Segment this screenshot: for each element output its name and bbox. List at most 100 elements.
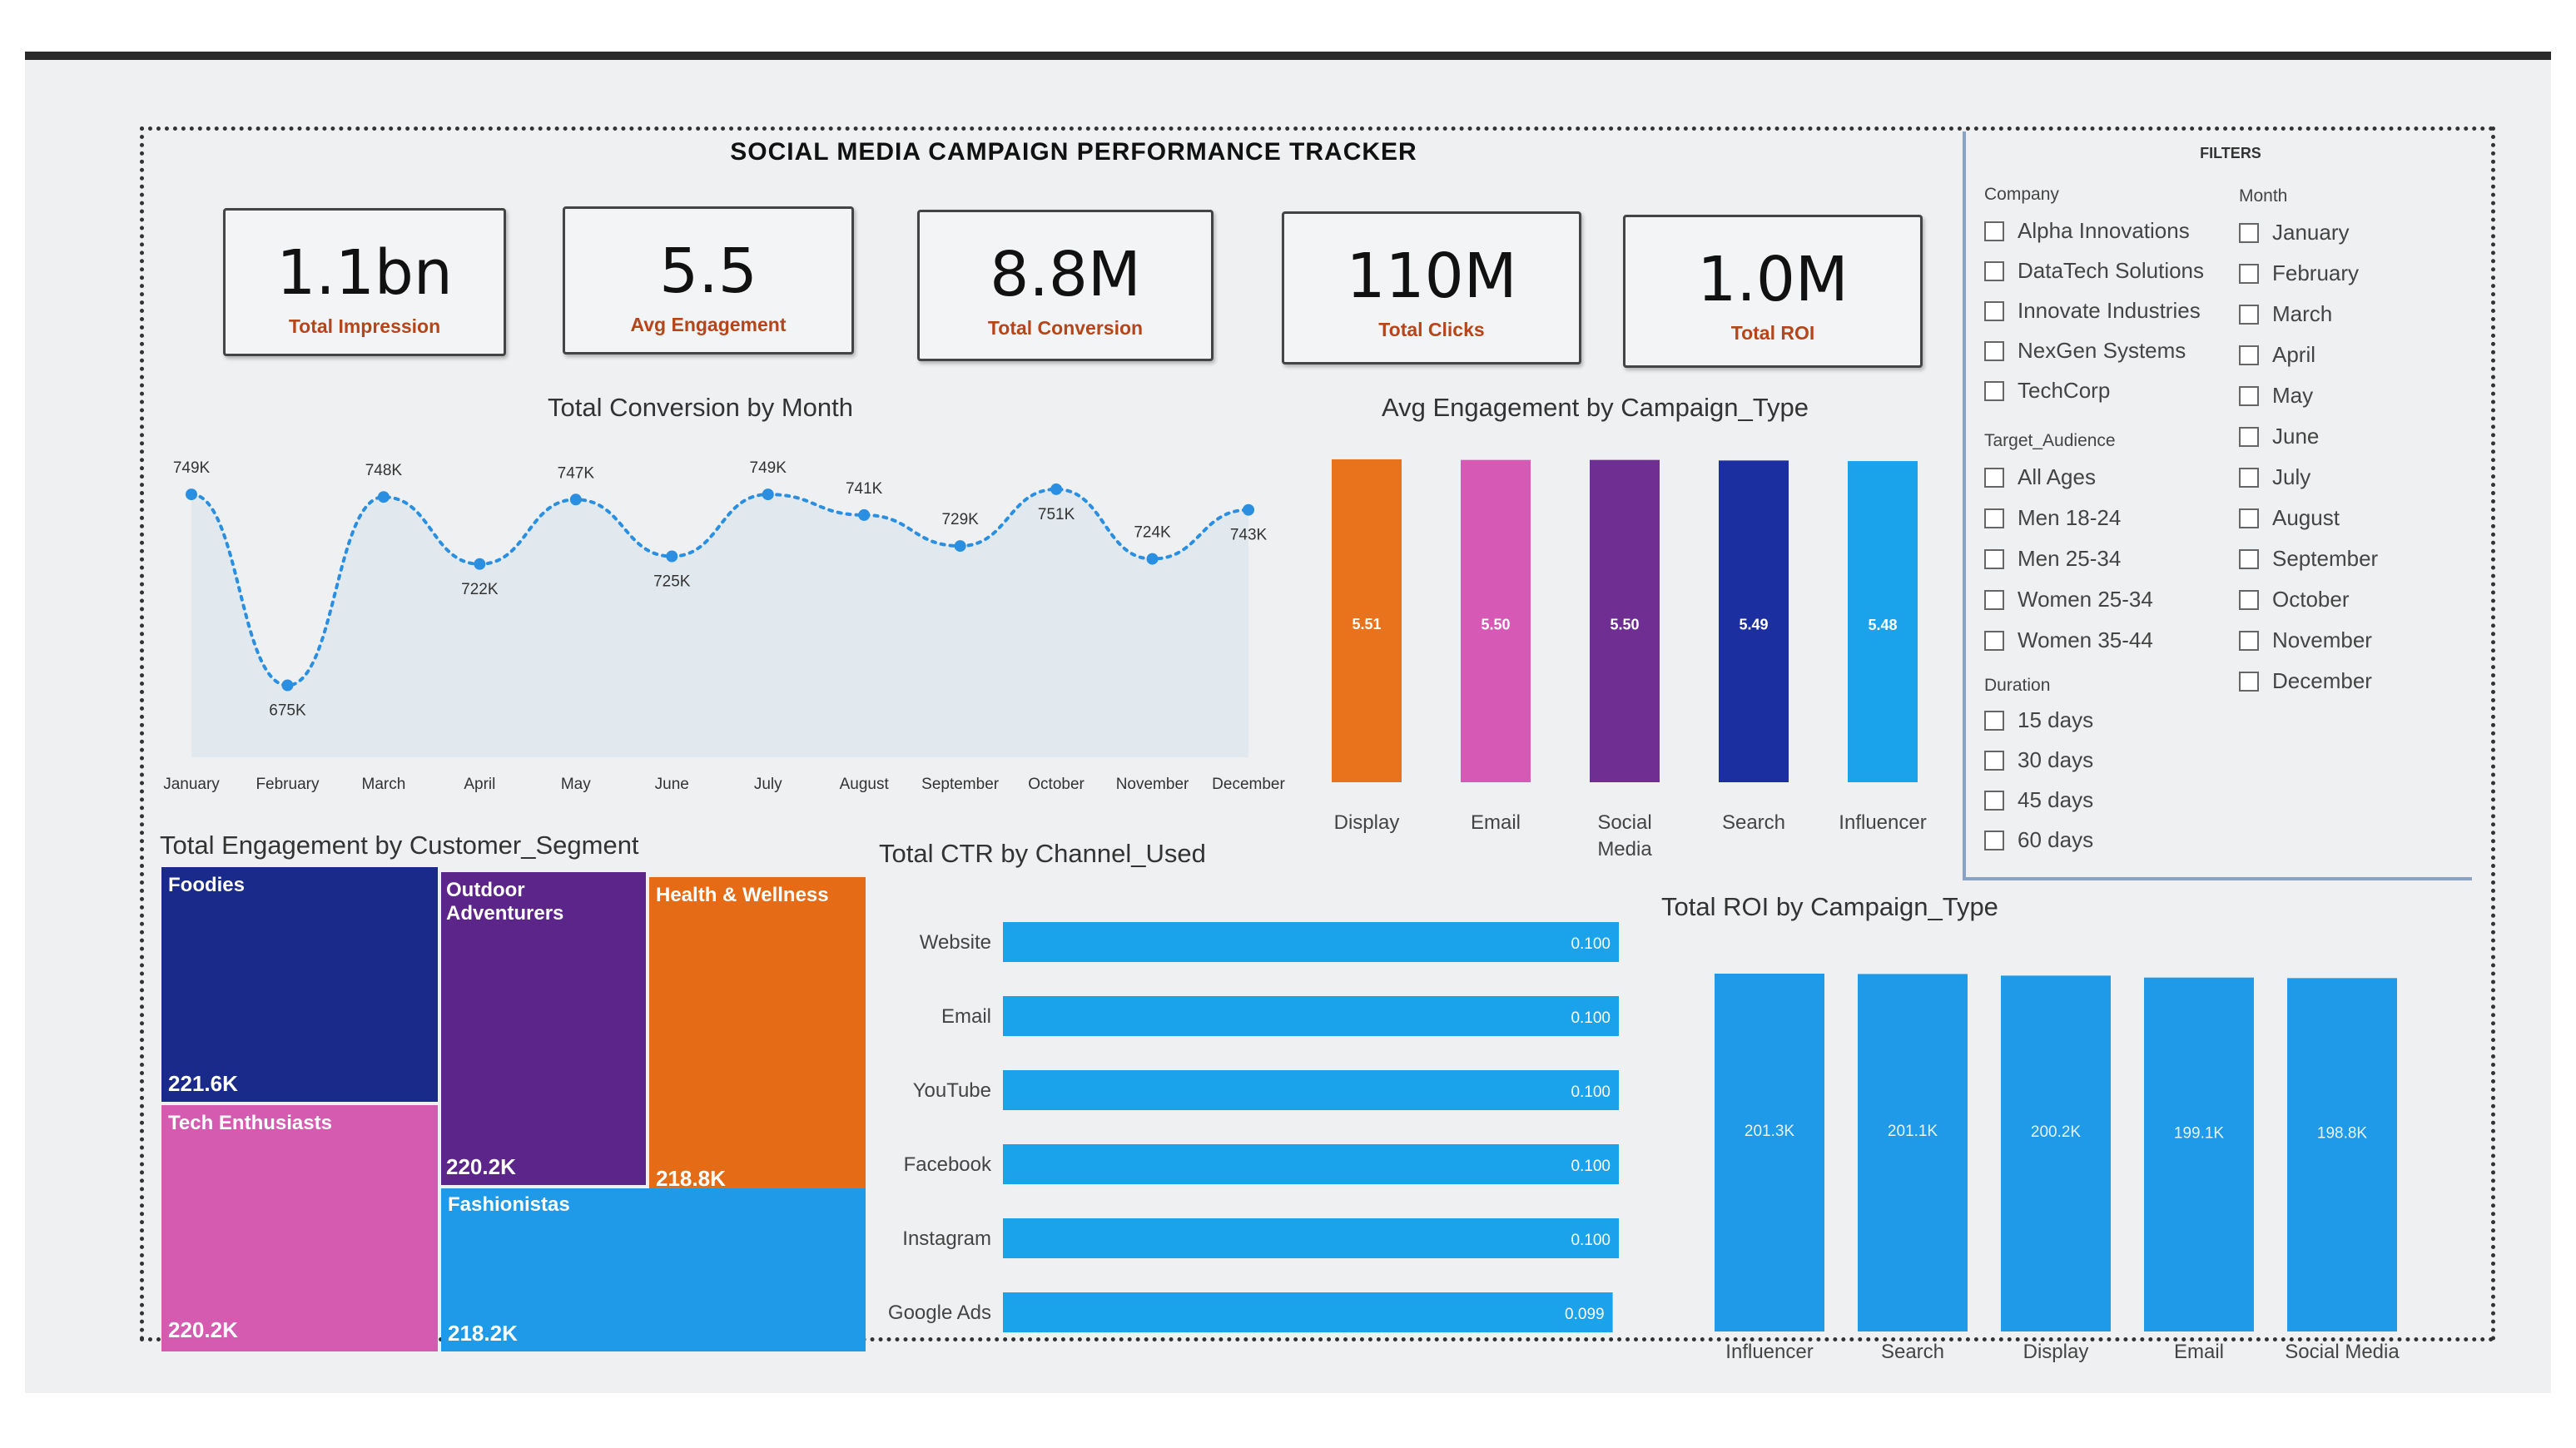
month-filter-option[interactable]: March: [2239, 301, 2332, 327]
treemap-tile-foodies[interactable]: Foodies 221.6K: [161, 867, 438, 1102]
checkbox[interactable]: [1984, 710, 2004, 731]
month-filter-option[interactable]: September: [2239, 546, 2378, 572]
checkbox[interactable]: [1984, 380, 2004, 401]
checkbox[interactable]: [2239, 426, 2259, 447]
bar-value-label: 198.8K: [2317, 1125, 2368, 1143]
checkbox[interactable]: [2239, 385, 2259, 406]
month-filter-option[interactable]: June: [2239, 424, 2319, 449]
line-point[interactable]: [569, 493, 582, 506]
checkbox[interactable]: [2239, 222, 2259, 243]
roi-bar[interactable]: [1715, 974, 1824, 1331]
company-filter-option[interactable]: DataTech Solutions: [1984, 258, 2204, 284]
month-filter-option[interactable]: May: [2239, 383, 2313, 409]
ctr-bar[interactable]: [1003, 1144, 1619, 1184]
company-filter-option[interactable]: Innovate Industries: [1984, 298, 2201, 324]
roi-bar[interactable]: [2144, 977, 2254, 1331]
dashboard-title: SOCIAL MEDIA CAMPAIGN PERFORMANCE TRACKE…: [730, 138, 1417, 166]
monitor-bezel: [25, 52, 2551, 60]
duration-filter-option[interactable]: 60 days: [1984, 827, 2093, 853]
checkbox[interactable]: [2239, 589, 2259, 610]
checkbox[interactable]: [2239, 345, 2259, 365]
company-filter-option[interactable]: TechCorp: [1984, 378, 2110, 404]
month-filter-option[interactable]: October: [2239, 587, 2350, 612]
checkbox-label: Women 25-34: [2018, 587, 2153, 612]
checkbox[interactable]: [2239, 508, 2259, 528]
line-point[interactable]: [1146, 553, 1159, 565]
audience-filter-option[interactable]: Women 35-44: [1984, 627, 2153, 653]
kpi-card-total-clicks[interactable]: 110M Total Clicks: [1282, 211, 1581, 364]
kpi-card-avg-engagement[interactable]: 5.5 Avg Engagement: [563, 206, 854, 355]
ctr-bar[interactable]: [1003, 1218, 1619, 1258]
x-tick-label: March: [362, 776, 406, 793]
month-filter-option[interactable]: January: [2239, 220, 2350, 245]
kpi-label: Total Clicks: [1378, 319, 1485, 340]
line-point[interactable]: [666, 550, 678, 563]
checkbox[interactable]: [1984, 589, 2004, 610]
checkbox[interactable]: [1984, 790, 2004, 811]
duration-filter-option[interactable]: 45 days: [1984, 787, 2093, 813]
checkbox[interactable]: [2239, 630, 2259, 651]
roi-bar[interactable]: [2287, 978, 2397, 1331]
checkbox[interactable]: [1984, 508, 2004, 528]
month-filter-option[interactable]: August: [2239, 505, 2340, 531]
kpi-card-total-conversion[interactable]: 8.8M Total Conversion: [917, 210, 1214, 361]
checkbox[interactable]: [1984, 260, 2004, 281]
company-filter-option[interactable]: Alpha Innovations: [1984, 218, 2190, 244]
filter-heading-company: Company: [1984, 185, 2059, 204]
treemap-tile-outdoor-adventurers[interactable]: Outdoor Adventurers 220.2K: [441, 872, 646, 1185]
kpi-card-total-impression[interactable]: 1.1bn Total Impression: [223, 208, 506, 356]
ctr-bar[interactable]: [1003, 1292, 1613, 1332]
ctr-bar[interactable]: [1003, 922, 1619, 962]
checkbox[interactable]: [2239, 304, 2259, 325]
line-point[interactable]: [858, 508, 871, 521]
checkbox[interactable]: [2239, 548, 2259, 569]
checkbox[interactable]: [1984, 830, 2004, 850]
checkbox[interactable]: [1984, 467, 2004, 488]
line-point[interactable]: [954, 540, 966, 553]
treemap-title: Total Engagement by Customer_Segment: [160, 831, 639, 860]
kpi-value: 110M: [1346, 241, 1517, 312]
audience-filter-option[interactable]: Men 18-24: [1984, 505, 2121, 531]
ctr-bar[interactable]: [1003, 1070, 1619, 1110]
audience-filter-option[interactable]: Women 25-34: [1984, 587, 2153, 612]
month-filter-option[interactable]: November: [2239, 627, 2372, 653]
line-point[interactable]: [281, 679, 294, 692]
month-filter-option[interactable]: April: [2239, 342, 2315, 368]
company-filter-option[interactable]: NexGen Systems: [1984, 338, 2186, 364]
bar-value-label: 0.099: [1565, 1306, 1605, 1323]
checkbox[interactable]: [1984, 340, 2004, 361]
checkbox[interactable]: [1984, 221, 2004, 241]
audience-filter-option[interactable]: All Ages: [1984, 464, 2096, 490]
ctr-bar[interactable]: [1003, 996, 1619, 1036]
treemap-tile-health-wellness[interactable]: Health & Wellness 218.8K: [649, 877, 866, 1193]
line-point[interactable]: [186, 488, 197, 501]
checkbox[interactable]: [2239, 671, 2259, 692]
treemap-tile-fashionistas[interactable]: Fashionistas 218.2K: [441, 1188, 866, 1351]
checkbox[interactable]: [2239, 467, 2259, 488]
month-filter-option[interactable]: December: [2239, 668, 2372, 694]
treemap-tile-tech-enthusiasts[interactable]: Tech Enthusiasts 220.2K: [161, 1105, 438, 1351]
kpi-card-total-roi[interactable]: 1.0M Total ROI: [1623, 215, 1923, 368]
audience-filter-option[interactable]: Men 25-34: [1984, 546, 2121, 572]
checkbox[interactable]: [1984, 300, 2004, 321]
checkbox-label: February: [2272, 260, 2360, 285]
line-point[interactable]: [1050, 483, 1063, 495]
tile-label: Fashionistas: [448, 1193, 570, 1216]
checkbox[interactable]: [2239, 263, 2259, 284]
line-point[interactable]: [1243, 503, 1254, 516]
roi-bar[interactable]: [1858, 974, 1968, 1331]
line-point[interactable]: [474, 558, 486, 570]
x-category-label: Influencer: [1725, 1341, 1813, 1363]
duration-filter-option[interactable]: 15 days: [1984, 707, 2093, 733]
line-point[interactable]: [762, 488, 774, 501]
roi-bar[interactable]: [2001, 975, 2111, 1331]
month-filter-option[interactable]: February: [2239, 260, 2359, 286]
checkbox[interactable]: [1984, 630, 2004, 651]
duration-filter-option[interactable]: 30 days: [1984, 747, 2093, 773]
line-point[interactable]: [377, 491, 390, 503]
line-data-label: 743K: [1230, 527, 1268, 544]
month-filter-option[interactable]: July: [2239, 464, 2310, 490]
checkbox[interactable]: [1984, 548, 2004, 569]
x-tick-label: June: [655, 776, 689, 793]
checkbox[interactable]: [1984, 750, 2004, 771]
